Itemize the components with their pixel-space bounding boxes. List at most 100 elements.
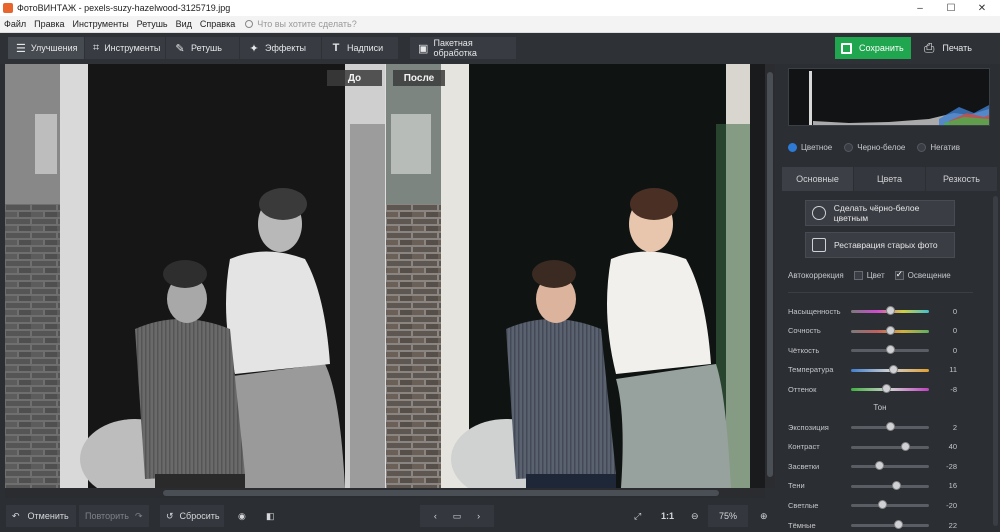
menu-file[interactable]: Файл <box>0 19 30 29</box>
reset-button[interactable]: ↺ Сбросить <box>160 505 224 527</box>
save-label: Сохранить <box>859 43 904 53</box>
photo-after <box>386 64 750 488</box>
redo-label: Повторить <box>85 511 129 521</box>
tab-sharpness[interactable]: Резкость <box>926 167 997 191</box>
slider-value: 2 <box>952 422 957 432</box>
zoom-in-icon[interactable]: ⊕ <box>754 505 774 527</box>
mode-negative-label: Негатив <box>930 142 960 152</box>
minimize-button[interactable]: – <box>905 0 935 16</box>
zoom-value[interactable]: 75% <box>708 505 748 527</box>
slider-track[interactable] <box>851 524 929 527</box>
slider-value: 16 <box>948 481 957 491</box>
tab-enhancements-label: Улучшения <box>30 43 78 53</box>
undo-button[interactable]: ↶ Отменить <box>6 505 76 527</box>
reset-label: Сбросить <box>179 511 220 521</box>
color-slider-row: Оттенок -8 <box>788 382 988 396</box>
menu-tools[interactable]: Инструменты <box>69 19 133 29</box>
tone-slider-row: Светлые -20 <box>788 498 988 512</box>
tab-text[interactable]: T Надписи <box>322 37 398 59</box>
horizontal-scrollbar[interactable] <box>5 488 765 498</box>
file-navigator: ‹ ▭ › <box>420 505 494 527</box>
tone-section-title: Тон <box>873 403 887 412</box>
slider-knob[interactable] <box>877 500 887 510</box>
mode-bw-radio[interactable]: Черно-белое <box>844 142 905 152</box>
slider-track[interactable] <box>851 465 929 469</box>
vertical-scrollbar[interactable] <box>765 64 775 488</box>
tab-tools-label: Инструменты <box>104 43 161 53</box>
main-toolbar: ☰ Улучшения ⌗ Инструменты ✎ Ретушь ✦ Эфф… <box>0 33 1000 64</box>
slider-value: -28 <box>946 461 957 471</box>
redo-button[interactable]: Повторить ↷ <box>79 505 149 527</box>
slider-knob[interactable] <box>885 345 895 355</box>
folder-icon[interactable]: ▭ <box>453 511 462 522</box>
next-file-icon[interactable]: › <box>477 511 480 521</box>
color-checkbox[interactable] <box>853 271 863 280</box>
color-slider-row: Насыщенность 0 <box>788 304 988 318</box>
slider-track[interactable] <box>851 504 929 508</box>
menu-edit[interactable]: Правка <box>30 19 68 29</box>
light-checkbox[interactable] <box>894 269 904 280</box>
slider-track[interactable] <box>851 445 929 449</box>
mode-color-radio[interactable]: Цветное <box>788 142 832 152</box>
zoom-out-icon[interactable]: ⊖ <box>685 505 705 527</box>
photo-before <box>5 64 385 488</box>
menu-retouch[interactable]: Ретушь <box>133 19 172 29</box>
slider-value: 11 <box>949 365 957 375</box>
slider-knob[interactable] <box>885 306 895 315</box>
brush-icon: ✎ <box>175 42 185 55</box>
radio-indicator <box>844 142 854 152</box>
slider-knob[interactable] <box>885 325 895 335</box>
slider-label: Тени <box>788 481 805 491</box>
magic-wand-icon: ✦ <box>249 42 259 55</box>
compare-split-icon[interactable]: ◧ <box>260 505 280 527</box>
tab-enhancements[interactable]: ☰ Улучшения <box>8 37 84 59</box>
command-search[interactable]: Что вы хотите сделать? <box>245 19 357 29</box>
sliders-icon: ☰ <box>16 42 26 55</box>
slider-knob[interactable] <box>894 520 904 529</box>
bottom-bar: ↶ Отменить Повторить ↷ ↺ Сбросить ◉ ◧ ‹ … <box>0 500 780 531</box>
close-button[interactable]: ✕ <box>967 0 997 16</box>
mode-negative-radio[interactable]: Негатив <box>917 142 960 152</box>
panel-tabs: Основные Цвета Резкость <box>782 167 998 191</box>
zoom-actual-button[interactable]: 1:1 <box>655 505 677 527</box>
slider-label: Контраст <box>788 442 820 452</box>
tone-slider-row: Засветки -28 <box>788 459 988 473</box>
vertical-scroll-thumb[interactable] <box>767 72 773 477</box>
tab-colors[interactable]: Цвета <box>854 167 925 191</box>
tab-tools[interactable]: ⌗ Инструменты <box>85 37 165 59</box>
tab-basic[interactable]: Основные <box>782 167 853 191</box>
fit-screen-icon[interactable]: ⤢ <box>628 505 648 527</box>
horizontal-scroll-thumb[interactable] <box>163 490 719 496</box>
search-placeholder: Что вы хотите сделать? <box>257 19 357 29</box>
panel-scrollbar[interactable] <box>993 196 998 526</box>
slider-knob[interactable] <box>901 441 911 451</box>
slider-knob[interactable] <box>889 364 899 374</box>
slider-knob[interactable] <box>882 384 892 394</box>
tab-effects[interactable]: ✦ Эффекты <box>240 37 321 59</box>
tab-retouch[interactable]: ✎ Ретушь <box>166 37 239 59</box>
tone-slider-row: Тёмные 22 <box>788 518 988 532</box>
menu-bar: Файл Правка Инструменты Ретушь Вид Справ… <box>0 16 1000 33</box>
images-icon: ▣ <box>418 42 429 55</box>
prev-file-icon[interactable]: ‹ <box>434 511 437 521</box>
photo-after-image <box>386 64 750 488</box>
print-button[interactable]: ⎙ Печать <box>918 37 984 59</box>
maximize-button[interactable]: ☐ <box>936 0 966 16</box>
undo-label: Отменить <box>27 511 69 521</box>
restore-button[interactable]: Реставрация старых фото <box>805 232 955 258</box>
save-button[interactable]: Сохранить <box>835 37 911 59</box>
radio-indicator <box>788 142 797 152</box>
slider-knob[interactable] <box>891 480 901 490</box>
slider-track[interactable] <box>851 484 929 488</box>
colorize-button[interactable]: Сделать чёрно-белое цветным <box>805 200 955 226</box>
preview-eye-icon[interactable]: ◉ <box>232 505 252 527</box>
histogram <box>788 68 990 126</box>
image-canvas[interactable]: До После <box>5 64 775 488</box>
print-label: Печать <box>942 43 972 53</box>
slider-knob[interactable] <box>874 461 884 471</box>
menu-help[interactable]: Справка <box>196 19 239 29</box>
tab-batch[interactable]: ▣ Пакетная обработка <box>410 37 516 59</box>
after-label: После <box>393 70 445 86</box>
slider-knob[interactable] <box>886 422 896 431</box>
menu-view[interactable]: Вид <box>172 19 196 29</box>
